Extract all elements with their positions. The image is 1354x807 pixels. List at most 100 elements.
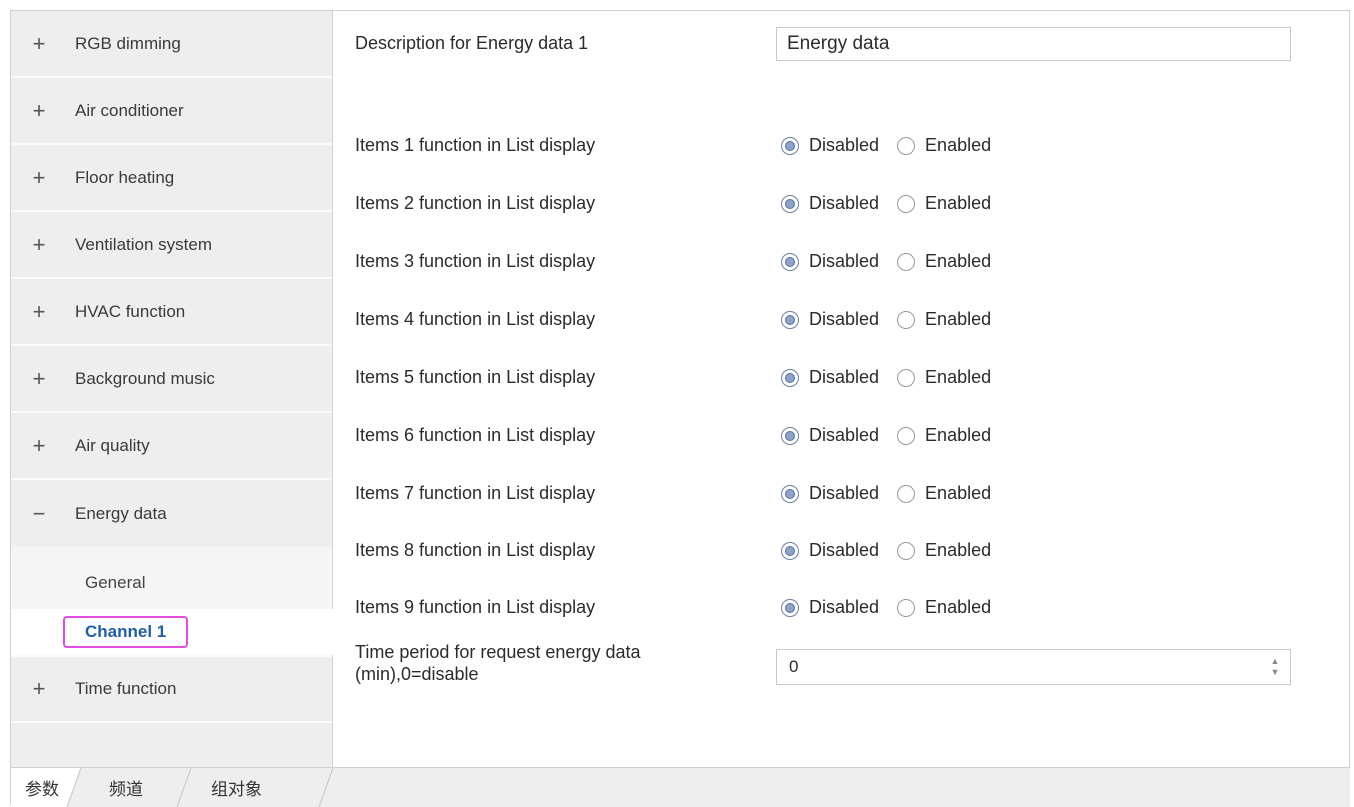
list-item-label: Items 1 function in List display xyxy=(355,135,596,155)
radio-disabled-label: Disabled xyxy=(809,597,880,617)
radio-disabled[interactable] xyxy=(781,368,799,387)
list-item-label: Items 5 function in List display xyxy=(355,367,596,387)
expand-plus-icon: + xyxy=(32,432,46,458)
bottom-tab-bar: 参数 频道 组对象 xyxy=(11,767,1350,807)
radio-disabled-label: Disabled xyxy=(809,483,880,503)
radio-disabled-label: Disabled xyxy=(809,193,880,213)
expand-plus-icon: + xyxy=(32,97,46,123)
sidebar-item-air-quality[interactable]: + Air quality xyxy=(11,413,332,480)
description-row: Description for Energy data 1 xyxy=(355,33,775,54)
sidebar-item-label: Background music xyxy=(75,368,215,388)
radio-disabled[interactable] xyxy=(781,310,799,329)
radio-disabled[interactable] xyxy=(781,426,799,445)
list-item-row-5: Items 5 function in List display Disable… xyxy=(355,367,991,388)
list-item-label: Items 6 function in List display xyxy=(355,425,596,445)
collapse-minus-icon: − xyxy=(32,500,46,526)
spin-down-icon[interactable]: ▼ xyxy=(1271,667,1280,678)
radio-enabled[interactable] xyxy=(897,426,916,445)
radio-enabled[interactable] xyxy=(897,598,916,617)
radio-disabled[interactable] xyxy=(781,252,799,271)
list-item-label: Items 2 function in List display xyxy=(355,193,596,213)
radio-disabled-label: Disabled xyxy=(809,540,880,560)
sidebar-item-label: Floor heating xyxy=(75,167,175,187)
radio-disabled-label: Disabled xyxy=(809,367,880,387)
radio-enabled-label: Enabled xyxy=(925,425,992,445)
radio-enabled-label: Enabled xyxy=(925,597,992,617)
radio-enabled-label: Enabled xyxy=(925,135,992,155)
sidebar-subitem-label: Channel 1 xyxy=(63,616,189,648)
spinner-arrows[interactable]: ▲ ▼ xyxy=(1270,656,1280,678)
radio-group: Disabled Enabled xyxy=(781,540,991,561)
list-item-row-7: Items 7 function in List display Disable… xyxy=(355,483,991,504)
expand-plus-icon: + xyxy=(32,365,46,391)
expand-plus-icon: + xyxy=(32,676,46,701)
radio-enabled[interactable] xyxy=(897,252,916,271)
radio-group: Disabled Enabled xyxy=(781,597,991,618)
radio-disabled[interactable] xyxy=(781,136,799,155)
expand-plus-icon: + xyxy=(32,30,46,56)
sidebar-item-floor-heating[interactable]: + Floor heating xyxy=(11,145,332,212)
energy-data-subitems: General Channel 1 xyxy=(11,547,333,655)
sidebar-item-label: Time function xyxy=(75,679,177,698)
list-item-row-6: Items 6 function in List display Disable… xyxy=(355,425,991,446)
list-item-row-9: Items 9 function in List display Disable… xyxy=(355,597,991,618)
main-panel: Description for Energy data 1 Energy dat… xyxy=(355,11,1335,767)
sidebar-item-rgb-dimming[interactable]: + RGB dimming xyxy=(11,11,332,78)
time-period-label-line2: (min),0=disable xyxy=(355,664,479,684)
time-period-label-line1: Time period for request energy data xyxy=(355,642,641,662)
time-period-value: 0 xyxy=(789,657,799,676)
spin-up-icon[interactable]: ▲ xyxy=(1271,656,1280,667)
list-item-row-8: Items 8 function in List display Disable… xyxy=(355,540,991,561)
radio-enabled[interactable] xyxy=(897,136,916,155)
radio-disabled[interactable] xyxy=(781,194,799,213)
radio-enabled-label: Enabled xyxy=(925,483,992,503)
expand-plus-icon: + xyxy=(32,164,46,190)
radio-enabled-label: Enabled xyxy=(925,251,992,271)
tab-group-objects[interactable]: 组对象 xyxy=(211,768,262,807)
time-period-spinbox[interactable]: 0 ▲ ▼ xyxy=(776,649,1291,685)
list-item-label: Items 3 function in List display xyxy=(355,251,596,271)
radio-enabled-label: Enabled xyxy=(925,540,992,560)
sidebar-item-hvac-function[interactable]: + HVAC function xyxy=(11,279,332,346)
radio-enabled[interactable] xyxy=(897,194,916,213)
list-item-label: Items 9 function in List display xyxy=(355,597,596,617)
radio-group: Disabled Enabled xyxy=(781,135,991,156)
expand-plus-icon: + xyxy=(32,231,46,257)
description-input[interactable]: Energy data xyxy=(776,27,1291,61)
radio-group: Disabled Enabled xyxy=(781,309,991,330)
sidebar-item-air-conditioner[interactable]: + Air conditioner xyxy=(11,78,332,145)
radio-group: Disabled Enabled xyxy=(781,425,991,446)
radio-enabled[interactable] xyxy=(897,541,916,560)
sidebar-item-time-function[interactable]: + Time function xyxy=(11,655,332,723)
sidebar-item-label: Air quality xyxy=(75,435,150,455)
radio-enabled[interactable] xyxy=(897,310,916,329)
sidebar-item-label: HVAC function xyxy=(75,301,186,321)
sidebar-item-label: Ventilation system xyxy=(75,234,213,254)
list-item-row-3: Items 3 function in List display Disable… xyxy=(355,251,991,272)
sidebar-subitem-label: General xyxy=(85,573,146,592)
radio-enabled[interactable] xyxy=(897,484,916,503)
radio-disabled[interactable] xyxy=(781,541,799,560)
tab-separators xyxy=(11,768,334,807)
sidebar-item-background-music[interactable]: + Background music xyxy=(11,346,332,413)
radio-disabled[interactable] xyxy=(781,484,799,503)
sidebar-item-label: RGB dimming xyxy=(75,33,181,53)
description-label: Description for Energy data 1 xyxy=(355,33,589,53)
sidebar-item-ventilation-system[interactable]: + Ventilation system xyxy=(11,212,332,279)
radio-disabled-label: Disabled xyxy=(809,425,880,445)
list-item-label: Items 8 function in List display xyxy=(355,540,596,560)
radio-group: Disabled Enabled xyxy=(781,193,991,214)
radio-enabled-label: Enabled xyxy=(925,367,992,387)
radio-enabled[interactable] xyxy=(897,368,916,387)
radio-group: Disabled Enabled xyxy=(781,251,991,272)
sidebar-item-energy-data[interactable]: − Energy data xyxy=(11,480,332,547)
radio-enabled-label: Enabled xyxy=(925,193,992,213)
tab-parameters[interactable]: 参数 xyxy=(25,768,59,807)
list-item-label: Items 4 function in List display xyxy=(355,309,596,329)
radio-disabled[interactable] xyxy=(781,598,799,617)
sidebar-subitem-general[interactable]: General xyxy=(11,547,332,609)
radio-disabled-label: Disabled xyxy=(809,135,880,155)
radio-disabled-label: Disabled xyxy=(809,251,880,271)
tab-channels[interactable]: 频道 xyxy=(109,768,143,807)
sidebar-subitem-channel-1[interactable]: Channel 1 xyxy=(11,609,333,655)
